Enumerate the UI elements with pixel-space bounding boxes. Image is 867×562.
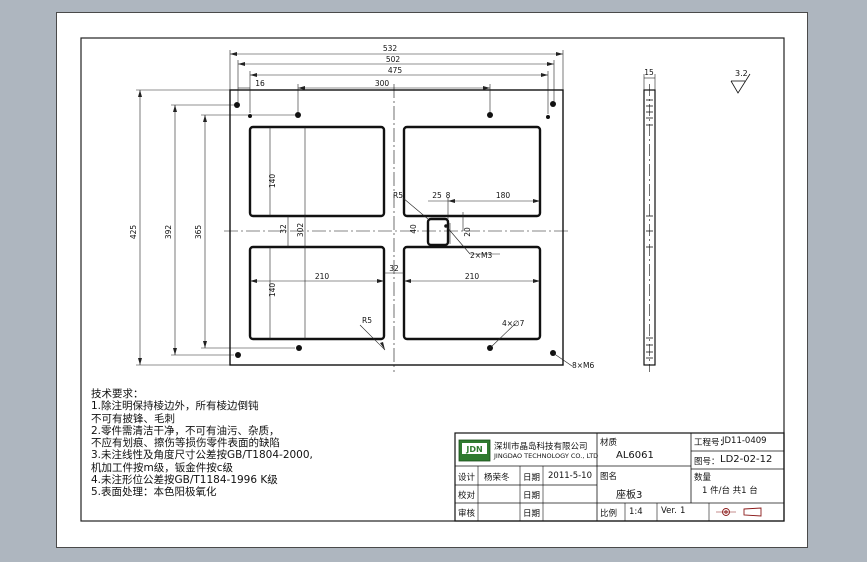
quantity-label: 数量 [694, 473, 712, 483]
dim-210-left: 210 [315, 272, 330, 281]
material-label: 材质 [600, 438, 618, 448]
dim-502: 502 [386, 55, 401, 64]
notes-title: 技术要求： [91, 388, 144, 400]
date-label-2: 日期 [523, 491, 541, 501]
dim-140-bottom: 140 [268, 283, 277, 298]
surface-roughness-symbol: 3.2 [730, 69, 751, 94]
designer-name: 杨荣冬 [484, 473, 510, 483]
note-line: 不可有披锋、毛刺 [91, 412, 175, 425]
check-label: 校对 [458, 491, 476, 501]
date-value: 2011-5-10 [548, 471, 592, 481]
quantity-value: 1 件/台 共1 台 [702, 486, 758, 496]
part-name-label: 图名 [600, 472, 618, 482]
label-r5-pocket: R5 [362, 316, 372, 325]
center-slot [426, 217, 450, 247]
date-label-3: 日期 [523, 509, 541, 519]
hole-m6 [487, 112, 493, 118]
scale-label: 比例 [600, 509, 618, 519]
dim-25: 25 [432, 191, 442, 200]
label-r5-slot: R5 [393, 191, 403, 200]
label-4xd7: 4×∅7 [502, 319, 525, 328]
pocket-top-right [402, 125, 542, 218]
dim-392: 392 [164, 225, 173, 240]
label-2xm3: 2×M3 [470, 251, 493, 260]
hole-m6 [296, 345, 302, 351]
hole-m6 [550, 101, 556, 107]
drawing-no-label: 图号： [694, 457, 720, 467]
version-value: 1 [680, 506, 686, 516]
company-name-cn: 深圳市晶岛科技有限公司 [494, 442, 588, 452]
hole-7 [546, 115, 550, 119]
technical-requirements: 技术要求： 1.除注明保持棱边外，所有棱边倒钝 不可有披锋、毛刺 2.零件需清洁… [91, 388, 313, 499]
front-view [224, 84, 570, 372]
date-label: 日期 [523, 473, 541, 483]
note-line: 4.未注形位公差按GB/T1184-1996 K级 [91, 474, 278, 487]
dim-15: 15 [644, 68, 654, 77]
scale-value: 1:4 [629, 507, 643, 517]
projection-symbol [716, 507, 762, 517]
version-label: Ver. [661, 506, 677, 516]
note-line: 2.零件需清洁干净，不可有油污、杂质， [91, 424, 280, 437]
dim-40: 40 [409, 224, 418, 234]
dim-532: 532 [383, 44, 398, 53]
hole-m6 [234, 102, 240, 108]
note-line: 不应有划痕、擦伤等损伤零件表面的缺陷 [91, 437, 280, 450]
dim-20: 20 [463, 227, 472, 237]
hole-7 [248, 114, 252, 118]
dim-32-vertical: 32 [279, 224, 288, 234]
dim-32-horizontal: 32 [389, 264, 399, 273]
company-name-en: JINGDAO TECHNOLOGY CO., LTD [494, 452, 599, 460]
dim-140-top: 140 [268, 174, 277, 189]
material-value: AL6061 [616, 450, 654, 461]
dim-365: 365 [194, 225, 203, 240]
note-line: 5.表面处理：本色阳极氧化 [91, 486, 217, 499]
label-8xm6: 8×M6 [572, 361, 595, 370]
dim-8: 8 [446, 191, 451, 200]
dim-300: 300 [375, 79, 390, 88]
dim-16: 16 [255, 79, 265, 88]
hole-m6 [235, 352, 241, 358]
hole-m6 [295, 112, 301, 118]
project-value: JD11-0409 [722, 436, 767, 446]
approve-label: 审核 [458, 509, 476, 519]
note-line: 3.未注线性及角度尺寸公差按GB/T1804-2000, [91, 449, 313, 462]
part-name: 座板3 [616, 490, 643, 501]
dimension-labels: 532 502 475 300 16 425 392 365 140 140 3… [129, 44, 595, 370]
roughness-value: 3.2 [735, 69, 748, 78]
note-line: 机加工件按m级，钣金件按c级 [91, 461, 234, 474]
logo-text: JDN [465, 445, 482, 454]
design-label: 设计 [458, 473, 476, 483]
note-line: 1.除注明保持棱边外，所有棱边倒钝 [91, 400, 259, 413]
drawing-no-value: LD2-02-12 [720, 454, 773, 465]
dim-302: 302 [296, 223, 305, 238]
dim-210-right: 210 [465, 272, 480, 281]
dim-425: 425 [129, 225, 138, 240]
dim-475: 475 [388, 66, 403, 75]
dimension-arrows [138, 52, 563, 365]
side-view: 15 [643, 68, 656, 372]
dim-180: 180 [496, 191, 511, 200]
